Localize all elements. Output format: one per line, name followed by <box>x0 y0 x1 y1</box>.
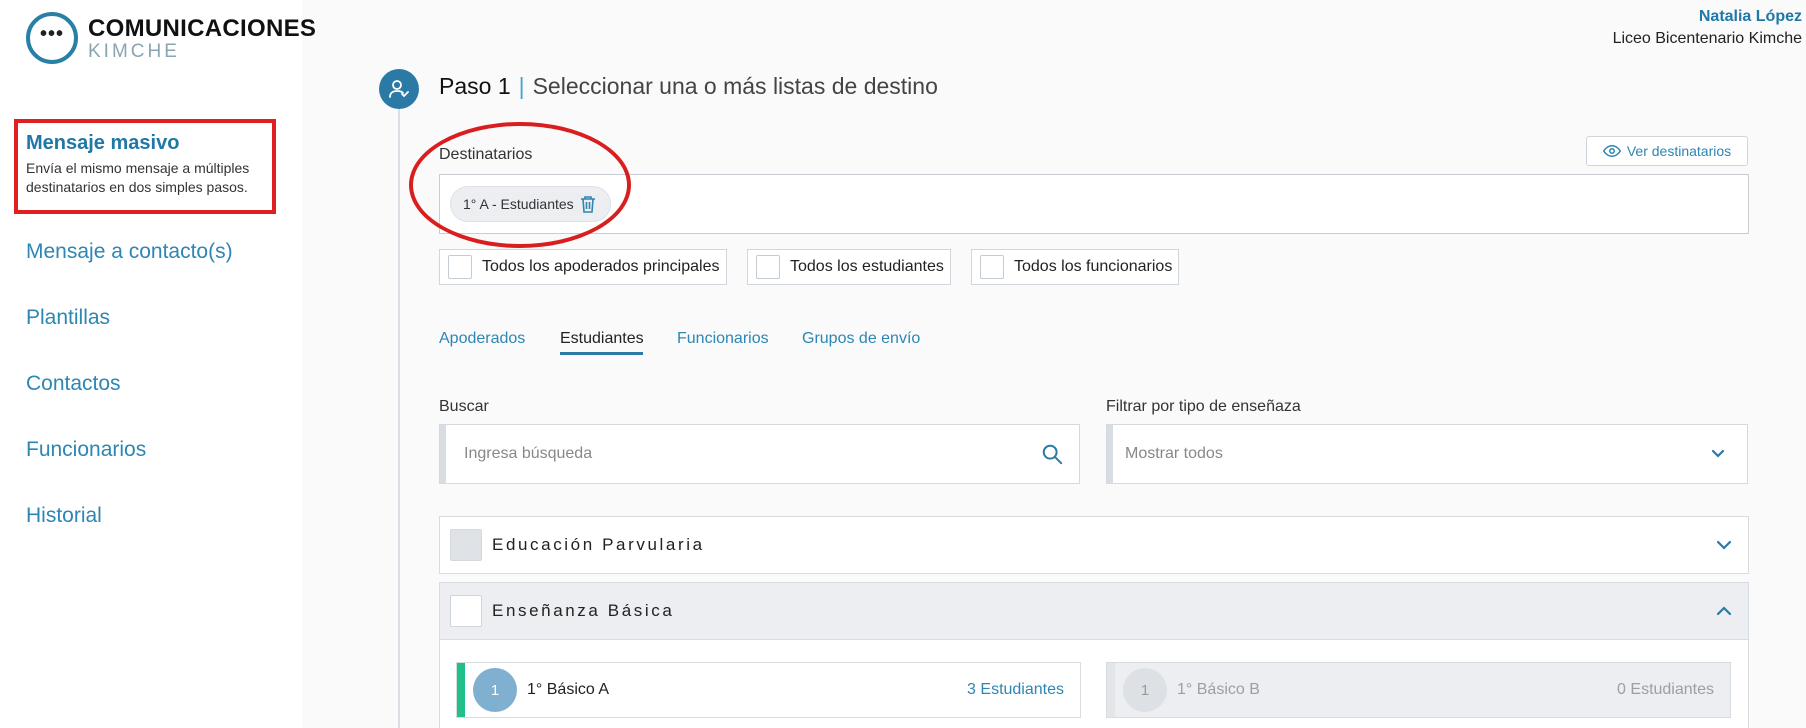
checkbox-all-guardians[interactable]: Todos los apoderados principales <box>439 249 727 285</box>
step-title: Paso 1 | Seleccionar una o más listas de d… <box>439 73 938 100</box>
search-icon[interactable] <box>1041 443 1063 465</box>
sidebar-item-plantillas[interactable]: Plantillas <box>26 306 110 330</box>
user-info: Natalia López Liceo Bicentenario Kimche <box>1613 6 1802 50</box>
checkbox-box[interactable] <box>756 255 780 279</box>
sidebar: ••• COMUNICACIONES KIMCHE Mensaje masivo… <box>0 0 316 728</box>
sidebar-item-mensaje-masivo[interactable]: Mensaje masivo Envía el mismo mensaje a … <box>14 119 276 214</box>
chevron-down-icon <box>1711 449 1725 458</box>
checkbox-box[interactable] <box>448 255 472 279</box>
tab-apoderados[interactable]: Apoderados <box>439 330 525 348</box>
section-checkbox[interactable] <box>450 595 482 627</box>
checkbox-label: Todos los apoderados principales <box>482 258 720 275</box>
course-badge: 1 <box>1123 668 1167 712</box>
sidebar-item-contactos[interactable]: Contactos <box>26 372 121 396</box>
filter-label: Filtrar por tipo de enseñaza <box>1106 398 1301 415</box>
view-recipients-button[interactable]: Ver destinatarios <box>1586 136 1748 166</box>
app-logo[interactable]: ••• COMUNICACIONES KIMCHE <box>26 12 316 64</box>
section-educacion-parvularia[interactable]: Educación Parvularia <box>439 516 1749 574</box>
timeline-line <box>398 108 400 728</box>
filter-value: Mostrar todos <box>1125 445 1223 462</box>
user-check-icon <box>389 80 409 98</box>
course-badge: 1 <box>473 668 517 712</box>
checkbox-all-staff[interactable]: Todos los funcionarios <box>971 249 1179 285</box>
view-recipients-label: Ver destinatarios <box>1626 143 1732 159</box>
course-card-1-basico-a[interactable]: 1 1° Básico A 3 Estudiantes <box>456 662 1081 718</box>
tab-grupos-envio[interactable]: Grupos de envío <box>802 330 920 348</box>
course-card-1-basico-b[interactable]: 1 1° Básico B 0 Estudiantes <box>1106 662 1731 718</box>
highlight-ellipse <box>409 122 631 248</box>
checkbox-box[interactable] <box>980 255 1004 279</box>
app-title: COMUNICACIONES <box>88 15 317 42</box>
section-title: Enseñanza Básica <box>492 601 675 620</box>
filter-select[interactable]: Mostrar todos <box>1106 424 1748 484</box>
sidebar-item-funcionarios[interactable]: Funcionarios <box>26 438 146 462</box>
step-separator: | <box>518 73 525 99</box>
course-name: 1° Básico B <box>1177 681 1260 698</box>
sidebar-item-label: Mensaje masivo <box>26 132 180 154</box>
section-title: Educación Parvularia <box>492 535 705 554</box>
user-name[interactable]: Natalia López <box>1613 6 1802 28</box>
chevron-down-icon[interactable] <box>1716 540 1732 550</box>
checkbox-label: Todos los estudiantes <box>790 258 944 275</box>
section-ensenanza-basica[interactable]: Enseñanza Básica <box>439 582 1749 640</box>
tab-funcionarios[interactable]: Funcionarios <box>677 330 769 348</box>
course-name: 1° Básico A <box>527 681 609 698</box>
search-label: Buscar <box>439 398 489 415</box>
step-number: Paso 1 <box>439 73 511 99</box>
course-count: 0 Estudiantes <box>1617 681 1714 698</box>
course-count[interactable]: 3 Estudiantes <box>967 681 1064 699</box>
search-input[interactable]: Ingresa búsqueda <box>439 424 1080 484</box>
user-school: Liceo Bicentenario Kimche <box>1612 30 1802 47</box>
checkbox-label: Todos los funcionarios <box>1014 258 1173 275</box>
sidebar-item-historial[interactable]: Historial <box>26 504 102 528</box>
eye-icon <box>1602 144 1621 158</box>
app-subtitle: KIMCHE <box>88 41 180 62</box>
sidebar-item-description: Envía el mismo mensaje a múltiples desti… <box>26 160 250 195</box>
section-checkbox[interactable] <box>450 529 482 561</box>
checkbox-all-students[interactable]: Todos los estudiantes <box>747 249 951 285</box>
recipients-box[interactable]: 1° A - Estudiantes <box>439 174 1749 234</box>
step-badge <box>379 69 419 109</box>
tab-estudiantes[interactable]: Estudiantes <box>560 330 644 348</box>
active-tab-indicator <box>560 352 643 355</box>
search-placeholder: Ingresa búsqueda <box>464 445 593 462</box>
chat-bubble-icon: ••• <box>26 12 78 64</box>
step-description: Seleccionar una o más listas de destino <box>532 73 938 99</box>
chevron-up-icon[interactable] <box>1716 606 1732 616</box>
sidebar-item-mensaje-contacto[interactable]: Mensaje a contacto(s) <box>26 240 233 264</box>
